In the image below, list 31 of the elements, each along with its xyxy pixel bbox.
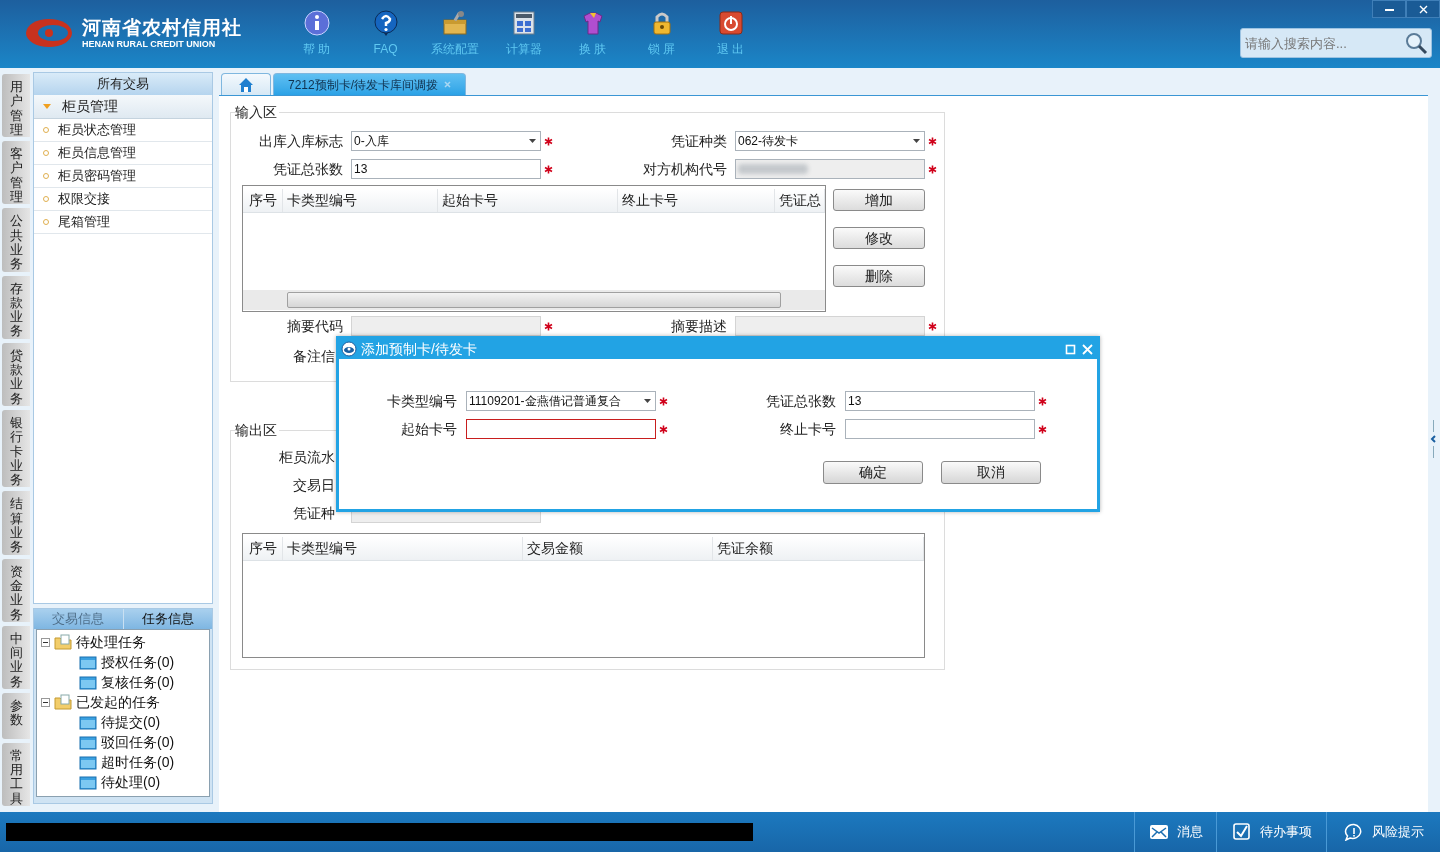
column-header: 卡类型编号 bbox=[283, 537, 523, 560]
field-label: 凭证种类 bbox=[670, 131, 727, 151]
tab-label: 7212预制卡/待发卡库间调拨 bbox=[288, 76, 439, 94]
field-label: 备注信 bbox=[292, 346, 335, 366]
field-label: 卡类型编号 bbox=[386, 391, 457, 411]
field-label: 出库入库标志 bbox=[258, 131, 343, 151]
field-label: 交易日 bbox=[292, 475, 335, 495]
column-header: 卡类型编号 bbox=[282, 189, 439, 212]
column-header: 交易金额 bbox=[523, 537, 713, 560]
column-header: 序号 bbox=[243, 189, 283, 212]
field-label: 柜员流水 bbox=[278, 447, 335, 467]
column-header: 起始卡号 bbox=[438, 189, 618, 212]
field-label: 起始卡号 bbox=[400, 419, 457, 439]
field-label: 凭证总张数 bbox=[765, 391, 836, 411]
section-title: 输入区 bbox=[235, 103, 279, 121]
field-label: 凭证总张数 bbox=[272, 159, 343, 179]
column-header: 终止卡号 bbox=[617, 189, 776, 212]
field-label: 终止卡号 bbox=[779, 419, 836, 439]
field-label: 摘要代码 bbox=[286, 316, 343, 336]
field-label: 对方机构代号 bbox=[642, 159, 727, 179]
field-label: 摘要描述 bbox=[670, 316, 727, 336]
field-label: 凭证种 bbox=[292, 503, 335, 523]
panel-header: 所有交易 bbox=[34, 73, 212, 95]
section-title: 输出区 bbox=[235, 421, 279, 439]
logo-subtitle: HENAN RURAL CREDIT UNION bbox=[82, 39, 217, 49]
column-header: 序号 bbox=[243, 537, 283, 560]
column-header: 凭证余额 bbox=[713, 537, 924, 560]
nav-group-label: 柜员管理 bbox=[62, 97, 118, 116]
column-header: 凭证总 bbox=[775, 189, 825, 212]
logo-title: 河南省农村信用社 bbox=[82, 17, 242, 37]
dialog-title: 添加预制卡/待发卡 bbox=[361, 339, 478, 359]
